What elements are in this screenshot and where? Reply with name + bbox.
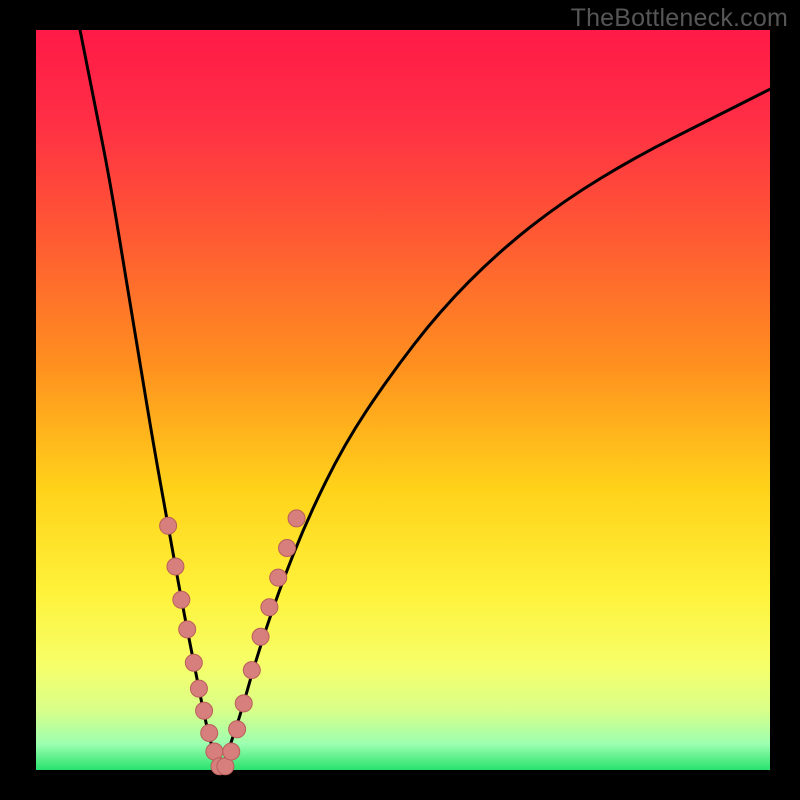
sample-point	[252, 628, 269, 645]
sample-point	[190, 680, 207, 697]
sample-point	[279, 540, 296, 557]
sample-point	[201, 725, 218, 742]
sample-point	[243, 662, 260, 679]
sample-point	[288, 510, 305, 527]
sample-point	[185, 654, 202, 671]
sample-point	[167, 558, 184, 575]
bottleneck-chart	[0, 0, 800, 800]
sample-point	[223, 743, 240, 760]
sample-point	[179, 621, 196, 638]
sample-point	[229, 721, 246, 738]
chart-frame: TheBottleneck.com	[0, 0, 800, 800]
sample-point	[160, 517, 177, 534]
sample-point	[270, 569, 287, 586]
sample-point	[261, 599, 278, 616]
sample-point	[196, 702, 213, 719]
sample-point	[235, 695, 252, 712]
sample-point	[173, 591, 190, 608]
